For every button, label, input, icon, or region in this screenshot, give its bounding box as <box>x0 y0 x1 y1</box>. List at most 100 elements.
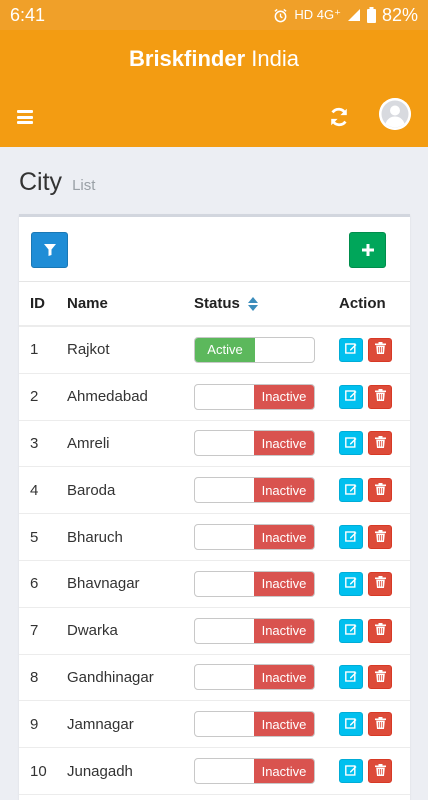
table-row: 10 Junagadh Inactive <box>19 748 410 795</box>
row-name: Amreli <box>67 434 110 452</box>
edit-button[interactable] <box>339 384 363 409</box>
row-actions <box>339 337 410 362</box>
brand-title: Briskfinder India <box>0 46 428 72</box>
row-name: Rajkot <box>67 341 110 359</box>
status-toggle[interactable]: Inactive <box>194 664 315 691</box>
status-toggle[interactable]: Inactive <box>194 570 315 597</box>
edit-button[interactable] <box>339 618 363 643</box>
column-header-name[interactable]: Name <box>67 295 194 312</box>
row-status: Inactive <box>194 430 339 457</box>
row-status: Inactive <box>194 711 339 738</box>
trash-icon <box>374 341 386 358</box>
trash-icon <box>374 435 386 452</box>
network-label: HD 4G⁺ <box>294 7 341 22</box>
edit-button[interactable] <box>339 571 363 596</box>
row-id: 4 <box>30 481 39 499</box>
page-title-sub: List <box>72 177 96 194</box>
trash-icon <box>374 482 386 499</box>
row-id: 2 <box>30 388 39 406</box>
row-name: Ahmedabad <box>67 388 148 406</box>
status-toggle[interactable]: Inactive <box>194 430 315 457</box>
status-label: Inactive <box>254 759 314 784</box>
row-id: 8 <box>30 668 39 686</box>
status-label: Inactive <box>254 571 314 596</box>
user-avatar-icon[interactable] <box>379 98 411 130</box>
edit-button[interactable] <box>339 525 363 550</box>
row-id: 6 <box>30 575 39 593</box>
page-title: City List <box>19 168 95 197</box>
brand-name-bold: Briskfinder <box>129 46 246 71</box>
row-actions <box>339 525 410 550</box>
trash-icon <box>374 622 386 639</box>
delete-button[interactable] <box>368 337 392 362</box>
edit-button[interactable] <box>339 759 363 784</box>
edit-icon <box>345 763 357 780</box>
trash-icon <box>374 529 386 546</box>
status-toggle[interactable]: Inactive <box>194 477 315 504</box>
status-label: Active <box>195 337 255 362</box>
row-name: Gandhinagar <box>67 668 154 686</box>
edit-icon <box>345 622 357 639</box>
filter-button[interactable] <box>31 232 68 268</box>
edit-icon <box>345 669 357 686</box>
status-toggle[interactable]: Inactive <box>194 711 315 738</box>
table-body: 1 Rajkot Active 2 Ahmedabad Inactive 3 Amreli In… <box>19 327 410 795</box>
table-row: 2 Ahmedabad Inactive <box>19 374 410 421</box>
delete-button[interactable] <box>368 712 392 737</box>
row-name: Jamnagar <box>67 715 134 733</box>
brand-name-light: India <box>251 46 299 71</box>
status-label: Inactive <box>254 618 314 643</box>
status-label: Inactive <box>254 478 314 503</box>
refresh-icon[interactable] <box>328 106 350 128</box>
edit-button[interactable] <box>339 431 363 456</box>
delete-button[interactable] <box>368 759 392 784</box>
edit-button[interactable] <box>339 478 363 503</box>
sort-icon[interactable] <box>248 297 259 312</box>
delete-button[interactable] <box>368 618 392 643</box>
row-actions <box>339 712 410 737</box>
page-title-main: City <box>19 168 63 196</box>
delete-button[interactable] <box>368 478 392 503</box>
delete-button[interactable] <box>368 665 392 690</box>
edit-button[interactable] <box>339 665 363 690</box>
edit-button[interactable] <box>339 712 363 737</box>
trash-icon <box>374 575 386 592</box>
row-actions <box>339 618 410 643</box>
status-toggle[interactable]: Active <box>194 336 315 363</box>
table-row: 5 Bharuch Inactive <box>19 514 410 561</box>
status-toggle[interactable]: Inactive <box>194 617 315 644</box>
row-status: Inactive <box>194 758 339 785</box>
signal-icon <box>347 9 360 21</box>
plus-icon <box>361 244 374 256</box>
row-id: 9 <box>30 715 39 733</box>
table-row: 7 Dwarka Inactive <box>19 608 410 655</box>
table-row: 6 Bhavnagar Inactive <box>19 561 410 608</box>
row-actions <box>339 665 410 690</box>
status-bar: 6:41 HD 4G⁺ 82% <box>0 0 428 30</box>
row-status: Active <box>194 336 339 363</box>
row-status: Inactive <box>194 617 339 644</box>
delete-button[interactable] <box>368 525 392 550</box>
alarm-icon <box>274 8 287 22</box>
add-city-button[interactable] <box>349 232 386 268</box>
status-toggle[interactable]: Inactive <box>194 383 315 410</box>
column-header-status[interactable]: Status <box>194 295 339 312</box>
hamburger-icon[interactable] <box>17 110 33 124</box>
delete-button[interactable] <box>368 384 392 409</box>
edit-icon <box>345 435 357 452</box>
status-toggle[interactable]: Inactive <box>194 524 315 551</box>
row-name: Bharuch <box>67 528 123 546</box>
delete-button[interactable] <box>368 431 392 456</box>
trash-icon <box>374 388 386 405</box>
row-actions <box>339 431 410 456</box>
trash-icon <box>374 716 386 733</box>
row-name: Baroda <box>67 481 116 499</box>
table-row: 3 Amreli Inactive <box>19 421 410 468</box>
edit-button[interactable] <box>339 337 363 362</box>
table-row: 8 Gandhinagar Inactive <box>19 655 410 702</box>
status-toggle[interactable]: Inactive <box>194 758 315 785</box>
delete-button[interactable] <box>368 571 392 596</box>
edit-icon <box>345 575 357 592</box>
row-id: 5 <box>30 528 39 546</box>
row-actions <box>339 759 410 784</box>
